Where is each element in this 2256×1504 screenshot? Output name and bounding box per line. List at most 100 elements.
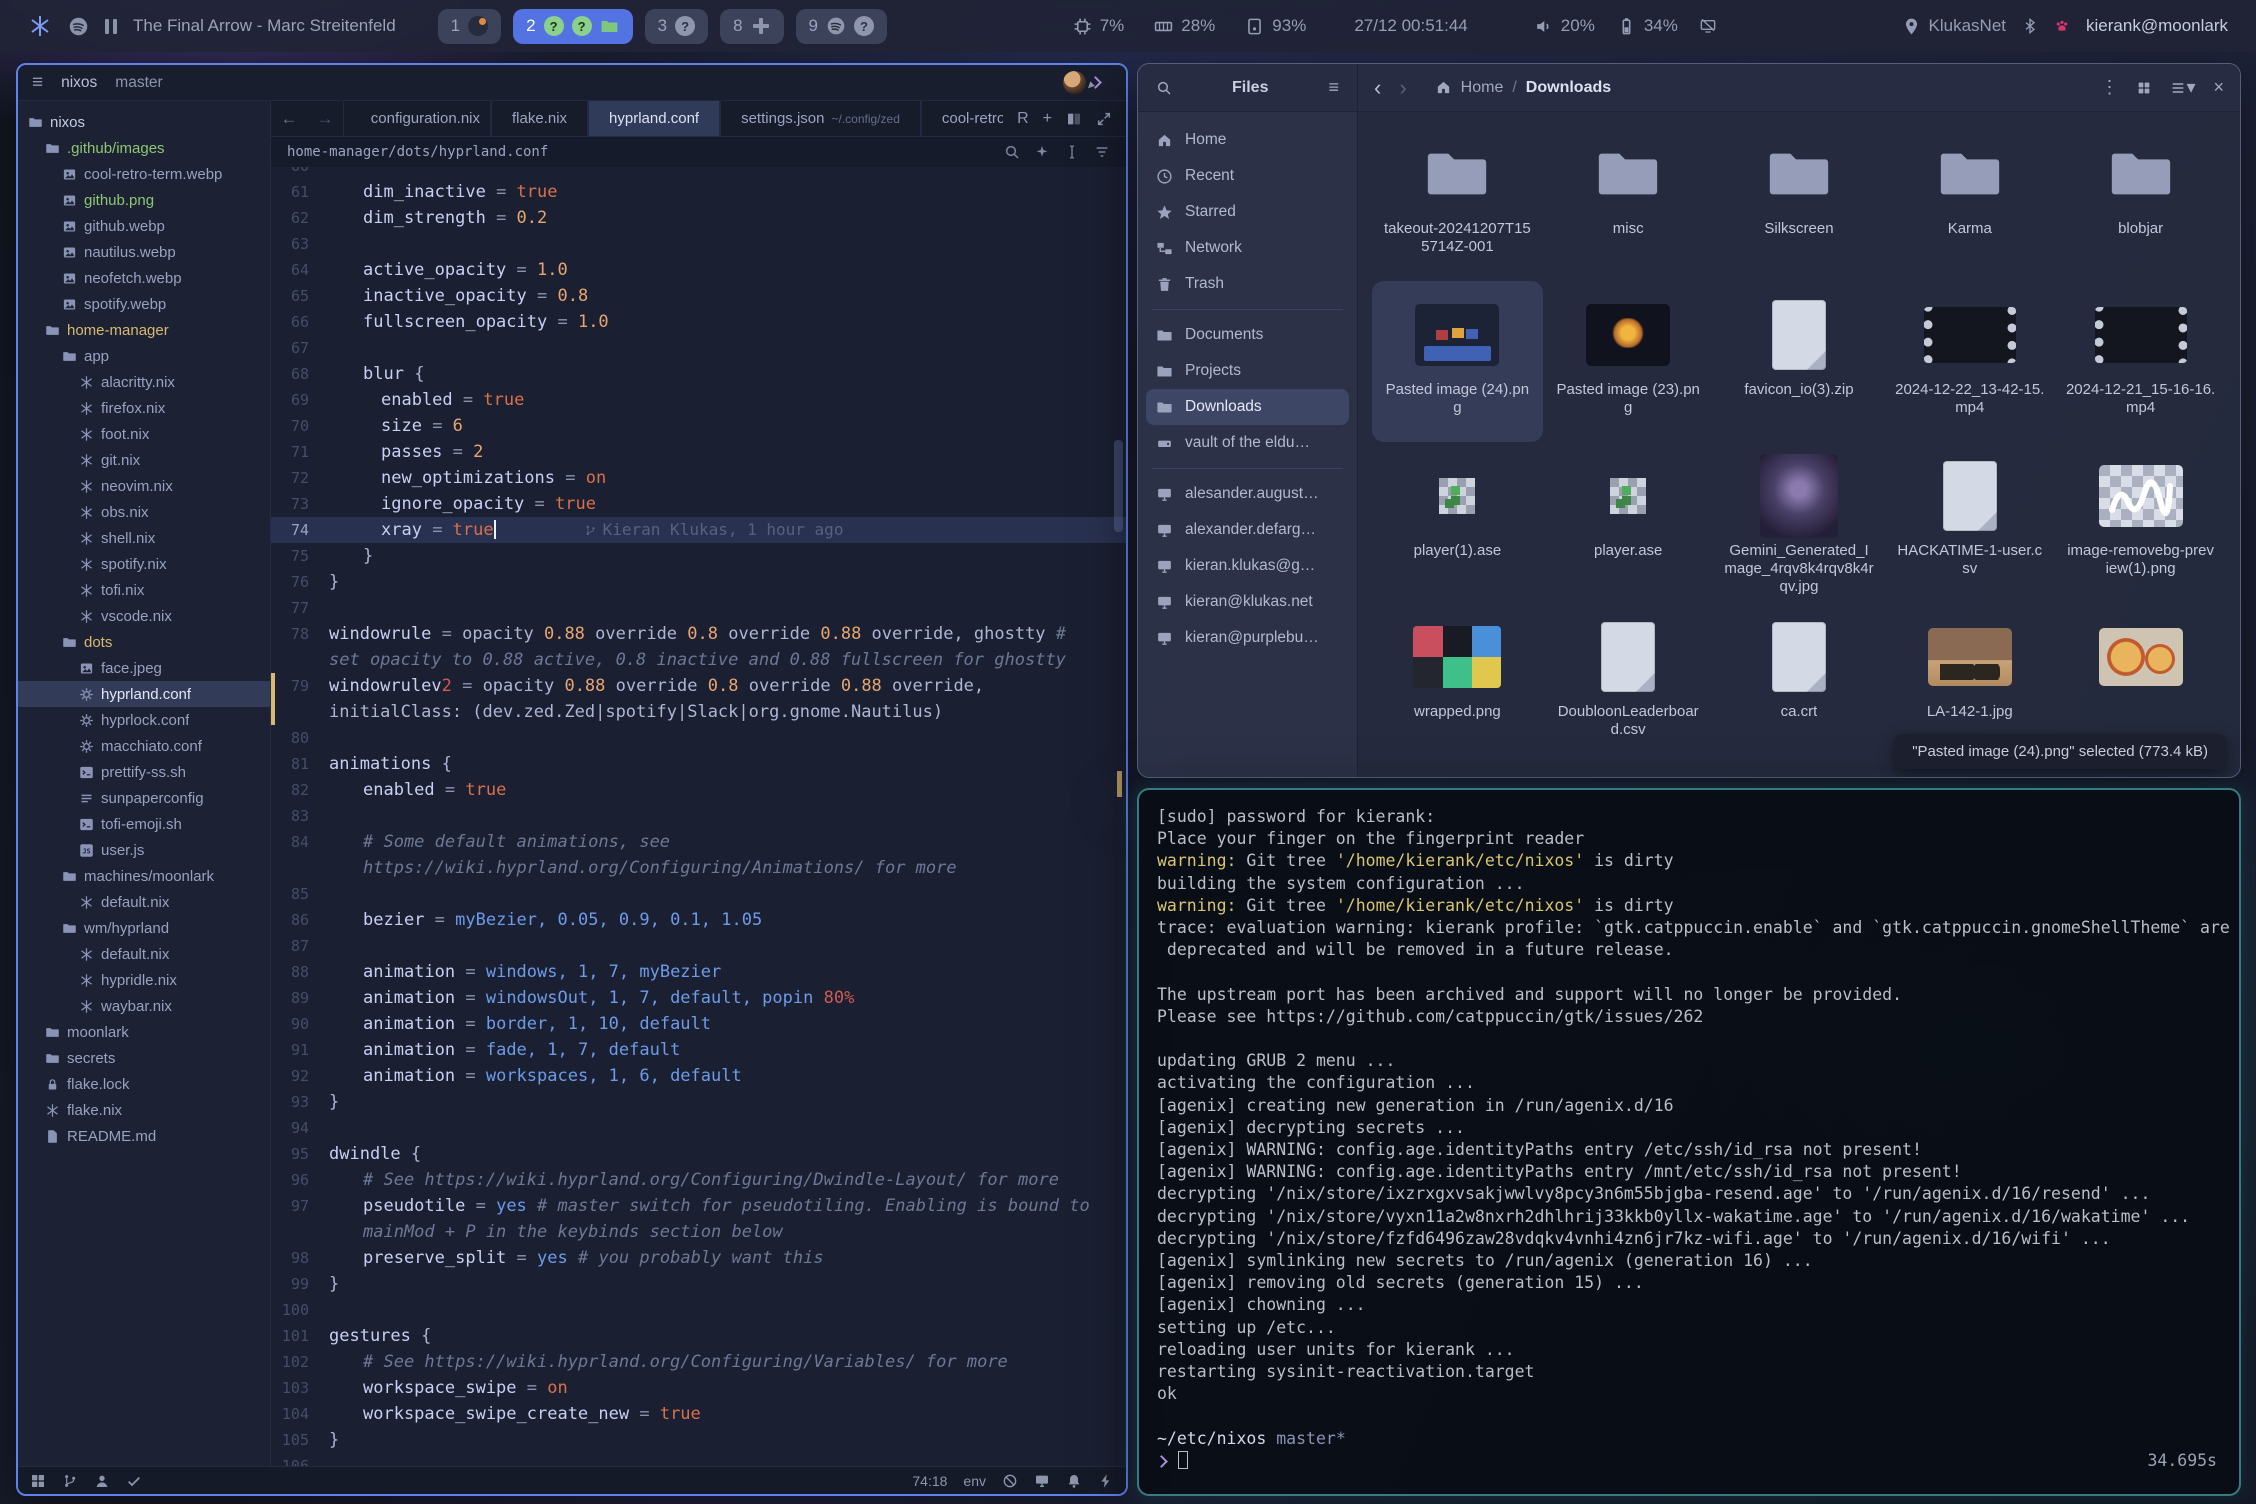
menu-icon[interactable]: ≡ [32, 72, 43, 94]
nixos-logo-icon[interactable] [28, 14, 52, 38]
code-line[interactable]: 93} [271, 1089, 1126, 1115]
tree-item[interactable]: flake.nix [18, 1097, 270, 1123]
diagnostics-check-icon[interactable] [126, 1473, 142, 1489]
tree-item[interactable]: alacritty.nix [18, 369, 270, 395]
code-line[interactable]: 80 [271, 725, 1126, 751]
tree-item[interactable]: default.nix [18, 889, 270, 915]
tree-item[interactable]: dots [18, 629, 270, 655]
code-line[interactable]: 92animation = workspaces, 1, 6, default [271, 1063, 1126, 1089]
code-line[interactable]: 73ignore_opacity = true [271, 491, 1126, 517]
kebab-menu-icon[interactable]: ⋮ [2100, 77, 2118, 98]
code-line[interactable]: 67 [271, 335, 1126, 361]
terminal-window[interactable]: [sudo] password for kierank:Place your f… [1137, 788, 2241, 1496]
code-line[interactable]: 68blur { [271, 361, 1126, 387]
code-line[interactable]: 95dwindle { [271, 1141, 1126, 1167]
tree-item[interactable]: home-manager [18, 317, 270, 343]
code-line[interactable]: 82enabled = true [271, 777, 1126, 803]
tree-item[interactable]: neofetch.webp [18, 265, 270, 291]
back-icon[interactable]: ‹ [1374, 75, 1381, 101]
bell-icon[interactable] [1066, 1473, 1082, 1489]
code-line[interactable]: 89animation = windowsOut, 1, 7, default,… [271, 985, 1126, 1011]
code-line[interactable]: 86bezier = myBezier, 0.05, 0.9, 0.1, 1.0… [271, 907, 1126, 933]
new-tab-button[interactable]: + [1043, 110, 1052, 128]
path-current[interactable]: Downloads [1526, 79, 1611, 97]
file-item[interactable]: player(1).ase [1372, 442, 1543, 603]
code-line[interactable]: 103workspace_swipe = on [271, 1375, 1126, 1401]
expand-icon[interactable] [1096, 111, 1112, 127]
tree-item[interactable]: default.nix [18, 941, 270, 967]
scrollbar-thumb[interactable] [1114, 440, 1123, 532]
breadcrumb[interactable]: home-manager/dots/hyprland.conf [287, 144, 548, 160]
code-line[interactable]: 94 [271, 1115, 1126, 1141]
tree-item[interactable]: macchiato.conf [18, 733, 270, 759]
code-line[interactable]: 91animation = fade, 1, 7, default [271, 1037, 1126, 1063]
code-line[interactable]: 77 [271, 595, 1126, 621]
file-item[interactable]: takeout-20241207T155714Z-001 [1372, 120, 1543, 281]
code-line[interactable]: 79windowrulev2 = opacity 0.88 override 0… [271, 673, 1126, 699]
tree-item[interactable]: git.nix [18, 447, 270, 473]
sidebar-item-kieran-purplebu-[interactable]: kieran@purplebu… [1146, 620, 1349, 656]
code-line[interactable]: 74xray = trueKieran Klukas, 1 hour ago [271, 517, 1126, 543]
file-item[interactable]: Pasted image (24).png [1372, 281, 1543, 442]
file-item[interactable]: player.ase [1543, 442, 1714, 603]
tab-hyprland.conf[interactable]: hyprland.conf [588, 101, 720, 136]
code-line[interactable]: set opacity to 0.88 active, 0.8 inactive… [271, 647, 1126, 673]
code-line[interactable]: 104workspace_swipe_create_new = true [271, 1401, 1126, 1427]
tree-item[interactable]: user.js [18, 837, 270, 863]
bluetooth-icon[interactable] [2022, 18, 2038, 34]
project-name[interactable]: nixos [61, 74, 97, 92]
sidebar-item-recent[interactable]: Recent [1146, 158, 1349, 194]
tree-item[interactable]: obs.nix [18, 499, 270, 525]
tree-item[interactable]: neovim.nix [18, 473, 270, 499]
screen-off-icon[interactable] [1700, 18, 1716, 34]
file-item[interactable]: HACKATIME-1-user.csv [1884, 442, 2055, 603]
panel-toggle-icon[interactable] [30, 1473, 46, 1489]
nav-forward-icon[interactable]: → [307, 101, 343, 136]
search-icon[interactable] [1156, 80, 1172, 96]
code-line[interactable]: 87 [271, 933, 1126, 959]
code-line[interactable]: 100 [271, 1297, 1126, 1323]
code-line[interactable]: 102# See https://wiki.hyprland.org/Confi… [271, 1349, 1126, 1375]
forward-icon[interactable]: › [1399, 75, 1406, 101]
close-icon[interactable]: × [2213, 77, 2224, 98]
sidebar-item-documents[interactable]: Documents [1146, 317, 1349, 353]
code-line[interactable]: 69enabled = true [271, 387, 1126, 413]
tree-item[interactable]: cool-retro-term.webp [18, 161, 270, 187]
tree-item[interactable]: nixos [18, 109, 270, 135]
code-line[interactable]: 88animation = windows, 1, 7, myBezier [271, 959, 1126, 985]
filter-icon[interactable] [1094, 144, 1110, 160]
workspace-2[interactable]: 2?? [513, 9, 632, 44]
tree-item[interactable]: .github/images [18, 135, 270, 161]
file-item[interactable]: misc [1543, 120, 1714, 281]
pause-icon[interactable] [105, 19, 117, 34]
sidebar-item-vault-of-the-eldu-[interactable]: vault of the eldu… [1146, 425, 1349, 461]
sidebar-item-network[interactable]: Network [1146, 230, 1349, 266]
volume-stat[interactable]: 20% [1534, 16, 1595, 36]
search-icon[interactable] [1004, 144, 1020, 160]
code-line[interactable]: 97pseudotile = yes # master switch for p… [271, 1193, 1126, 1219]
file-item[interactable]: 2024-12-22_13-42-15.mp4 [1884, 281, 2055, 442]
code-line[interactable]: https://wiki.hyprland.org/Configuring/An… [271, 855, 1126, 881]
tree-item[interactable]: wm/hyprland [18, 915, 270, 941]
workspace-9[interactable]: 9? [796, 9, 887, 44]
code-line[interactable]: 105} [271, 1427, 1126, 1453]
file-item[interactable]: 2024-12-21_15-16-16.mp4 [2055, 281, 2226, 442]
tree-item[interactable]: github.webp [18, 213, 270, 239]
file-item[interactable]: favicon_io(3).zip [1714, 281, 1885, 442]
code-line[interactable]: 98preserve_split = yes # you probably wa… [271, 1245, 1126, 1271]
tree-item[interactable]: shell.nix [18, 525, 270, 551]
nav-back-icon[interactable]: ← [271, 101, 307, 136]
text-cursor-icon[interactable] [1064, 144, 1080, 160]
code-line[interactable]: 81animations { [271, 751, 1126, 777]
code-line[interactable]: 96# See https://wiki.hyprland.org/Config… [271, 1167, 1126, 1193]
file-item[interactable]: blobjar [2055, 120, 2226, 281]
sidebar-item-kieran-klukas-net[interactable]: kieran@klukas.net [1146, 584, 1349, 620]
tree-item[interactable]: app [18, 343, 270, 369]
tab-flake.nix[interactable]: flake.nix [491, 101, 588, 136]
tree-item[interactable]: tofi.nix [18, 577, 270, 603]
file-item[interactable]: Gemini_Generated_Image_4rqv8k4rqv8k4rqv.… [1714, 442, 1885, 603]
tree-item[interactable]: foot.nix [18, 421, 270, 447]
code-line[interactable]: 72new_optimizations = on [271, 465, 1126, 491]
file-item[interactable]: Karma [1884, 120, 2055, 281]
code-line[interactable]: 85 [271, 881, 1126, 907]
